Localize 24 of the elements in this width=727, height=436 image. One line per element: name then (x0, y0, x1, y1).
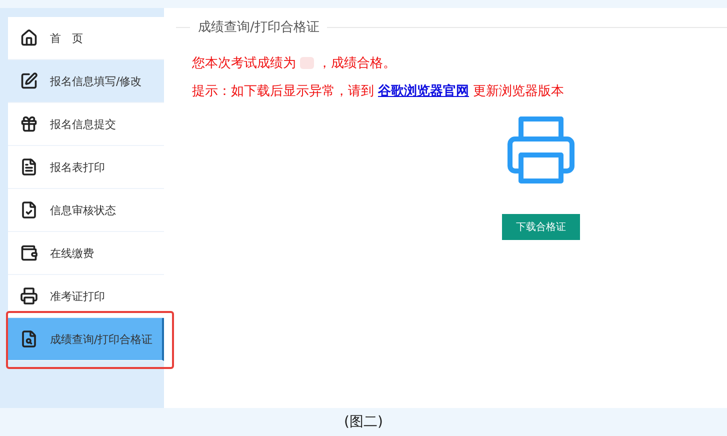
menu-icon (20, 158, 38, 176)
section-title: 成绩查询/打印合格证 (198, 19, 320, 36)
result-text: ，成绩合格。 (318, 55, 396, 72)
menu-icon (20, 287, 38, 305)
menu-icon (20, 244, 38, 262)
result-text: 您本次考试成绩为 (192, 55, 296, 72)
printer-icon (507, 116, 575, 184)
sidebar-item[interactable]: 准考证打印 (8, 275, 164, 318)
browser-link[interactable]: 谷歌浏览器官网 (378, 82, 469, 100)
hint-text: 提示：如下载后显示异常，请到 (192, 83, 374, 100)
sidebar-item[interactable]: 报名表打印 (8, 146, 164, 189)
menu-icon (20, 201, 38, 219)
sidebar-item[interactable]: 报名信息提交 (8, 103, 164, 146)
sidebar-item[interactable]: 首 页 (8, 17, 164, 60)
download-button[interactable]: 下载合格证 (502, 214, 580, 240)
menu-icon (20, 29, 38, 47)
sidebar-item[interactable]: 信息审核状态 (8, 189, 164, 232)
menu-icon (20, 72, 38, 90)
menu-icon (20, 330, 38, 348)
sidebar-item[interactable]: 成绩查询/打印合格证 (8, 318, 164, 361)
figure-caption: (图二) (344, 413, 383, 431)
hint-text: 更新浏览器版本 (473, 83, 564, 100)
menu-icon (20, 115, 38, 133)
sidebar-item[interactable]: 在线缴费 (8, 232, 164, 275)
